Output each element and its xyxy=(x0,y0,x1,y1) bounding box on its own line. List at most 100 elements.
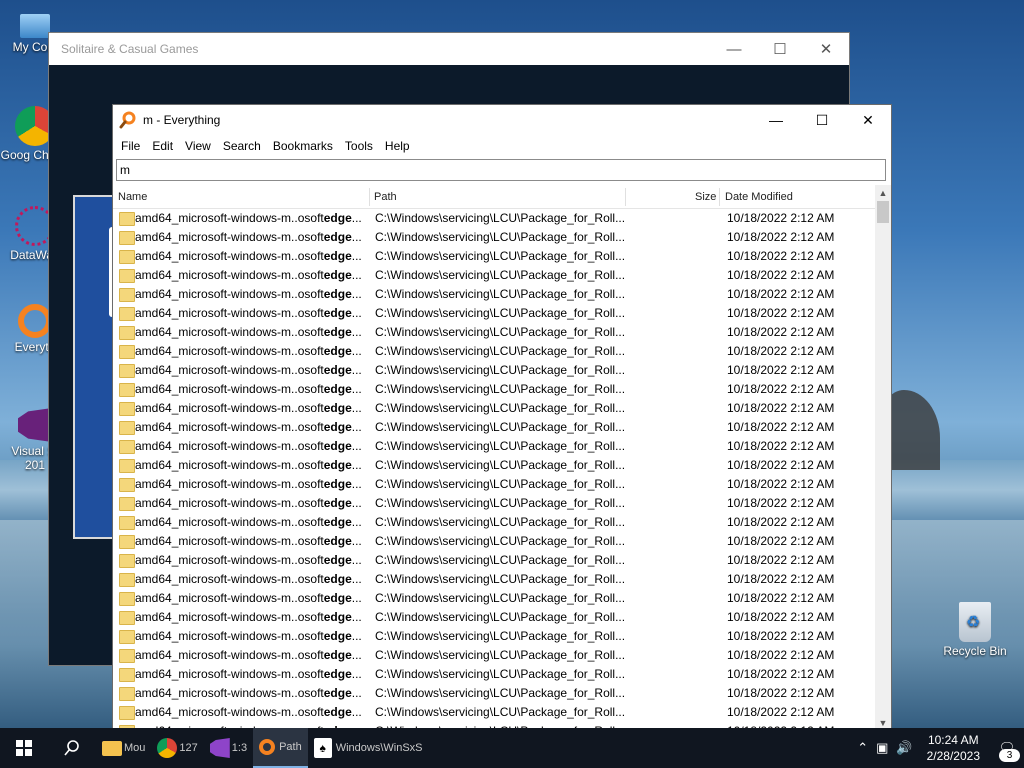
list-item[interactable]: amd64_microsoft-windows-m..osoftedge... C… xyxy=(113,532,875,551)
search-input[interactable] xyxy=(116,159,886,181)
result-name: amd64_microsoft-windows-m..osoftedge... xyxy=(135,458,362,472)
close-icon: ✕ xyxy=(819,41,833,58)
everything-close-button[interactable]: ✕ xyxy=(845,105,891,136)
chrome-icon xyxy=(157,738,178,758)
everything-minimize-button[interactable]: — xyxy=(753,105,799,136)
menu-tools[interactable]: Tools xyxy=(339,139,379,153)
list-item[interactable]: amd64_microsoft-windows-m..osoftedge... C… xyxy=(113,209,875,228)
everything-maximize-button[interactable]: ☐ xyxy=(799,105,845,136)
list-item[interactable]: amd64_microsoft-windows-m..osoftedge... C… xyxy=(113,513,875,532)
list-item[interactable]: amd64_microsoft-windows-m..osoftedge... C… xyxy=(113,627,875,646)
result-path: C:\Windows\servicing\LCU\Package_for_Rol… xyxy=(375,553,625,567)
result-path: C:\Windows\servicing\LCU\Package_for_Rol… xyxy=(375,629,625,643)
taskbar-chrome[interactable]: 127 xyxy=(151,728,203,768)
menu-edit[interactable]: Edit xyxy=(146,139,179,153)
result-name: amd64_microsoft-windows-m..osoftedge... xyxy=(135,287,362,301)
taskbar-solitaire[interactable]: ♠ Windows\WinSxS xyxy=(308,728,429,768)
folder-icon xyxy=(119,687,135,701)
vertical-scrollbar[interactable]: ▲ ▼ xyxy=(875,185,891,731)
folder-icon xyxy=(119,269,135,283)
folder-icon xyxy=(119,706,135,720)
list-item[interactable]: amd64_microsoft-windows-m..osoftedge... C… xyxy=(113,285,875,304)
list-item[interactable]: amd64_microsoft-windows-m..osoftedge... C… xyxy=(113,247,875,266)
result-name: amd64_microsoft-windows-m..osoftedge... xyxy=(135,629,362,643)
list-item[interactable]: amd64_microsoft-windows-m..osoftedge... C… xyxy=(113,684,875,703)
folder-icon xyxy=(119,554,135,568)
menu-bookmarks[interactable]: Bookmarks xyxy=(267,139,339,153)
column-divider[interactable] xyxy=(625,188,626,206)
column-divider[interactable] xyxy=(719,188,720,206)
start-button[interactable] xyxy=(0,728,48,768)
column-divider[interactable] xyxy=(369,188,370,206)
result-name: amd64_microsoft-windows-m..osoftedge... xyxy=(135,610,362,624)
result-path: C:\Windows\servicing\LCU\Package_for_Rol… xyxy=(375,382,625,396)
result-date-modified: 10/18/2022 2:12 AM xyxy=(727,458,835,472)
folder-icon xyxy=(119,326,135,340)
folder-icon xyxy=(119,250,135,264)
list-item[interactable]: amd64_microsoft-windows-m..osoftedge... C… xyxy=(113,323,875,342)
list-item[interactable]: amd64_microsoft-windows-m..osoftedge... C… xyxy=(113,418,875,437)
list-item[interactable]: amd64_microsoft-windows-m..osoftedge... C… xyxy=(113,646,875,665)
folder-icon xyxy=(119,516,135,530)
list-item[interactable]: amd64_microsoft-windows-m..osoftedge... C… xyxy=(113,266,875,285)
result-path: C:\Windows\servicing\LCU\Package_for_Rol… xyxy=(375,458,625,472)
list-item[interactable]: amd64_microsoft-windows-m..osoftedge... C… xyxy=(113,551,875,570)
result-path: C:\Windows\servicing\LCU\Package_for_Rol… xyxy=(375,648,625,662)
taskbar-search-button[interactable] xyxy=(48,728,96,768)
list-item[interactable]: amd64_microsoft-windows-m..osoftedge... C… xyxy=(113,399,875,418)
clock[interactable]: 10:24 AM 2/28/2023 xyxy=(917,732,990,764)
result-name: amd64_microsoft-windows-m..osoftedge... xyxy=(135,439,362,453)
list-item[interactable]: amd64_microsoft-windows-m..osoftedge... C… xyxy=(113,475,875,494)
list-item[interactable]: amd64_microsoft-windows-m..osoftedge... C… xyxy=(113,703,875,722)
recycle-bin-icon: ♻ xyxy=(959,602,991,642)
volume-icon[interactable]: 🔊 xyxy=(892,740,916,756)
list-item[interactable]: amd64_microsoft-windows-m..osoftedge... C… xyxy=(113,665,875,684)
solitaire-minimize-button[interactable]: — xyxy=(711,33,757,65)
taskbar-file-explorer[interactable]: Mou xyxy=(96,728,151,768)
menu-view[interactable]: View xyxy=(179,139,217,153)
result-name: amd64_microsoft-windows-m..osoftedge... xyxy=(135,534,362,548)
folder-icon xyxy=(119,668,135,682)
solitaire-close-button[interactable]: ✕ xyxy=(803,33,849,65)
taskbar-visual-studio[interactable]: 1:3 xyxy=(204,728,253,768)
result-date-modified: 10/18/2022 2:12 AM xyxy=(727,515,835,529)
menu-help[interactable]: Help xyxy=(379,139,416,153)
list-item[interactable]: amd64_microsoft-windows-m..osoftedge... C… xyxy=(113,342,875,361)
desktop-icon-recycle-bin[interactable]: ♻ Recycle Bin xyxy=(940,602,1010,658)
column-header-date-modified[interactable]: Date Modified xyxy=(725,186,793,208)
result-name: amd64_microsoft-windows-m..osoftedge... xyxy=(135,211,362,225)
notification-badge: 3 xyxy=(999,749,1020,762)
list-item[interactable]: amd64_microsoft-windows-m..osoftedge... C… xyxy=(113,380,875,399)
network-icon[interactable]: ▣ xyxy=(872,740,892,756)
result-date-modified: 10/18/2022 2:12 AM xyxy=(727,439,835,453)
menu-file[interactable]: File xyxy=(115,139,146,153)
scroll-up-arrow-icon[interactable]: ▲ xyxy=(875,185,891,201)
list-item[interactable]: amd64_microsoft-windows-m..osoftedge... C… xyxy=(113,570,875,589)
list-item[interactable]: amd64_microsoft-windows-m..osoftedge... C… xyxy=(113,228,875,247)
solitaire-maximize-button[interactable]: ☐ xyxy=(757,33,803,65)
everything-window[interactable]: m - Everything — ☐ ✕ File Edit View Sear… xyxy=(112,104,892,732)
list-item[interactable]: amd64_microsoft-windows-m..osoftedge... C… xyxy=(113,437,875,456)
column-header-path[interactable]: Path xyxy=(374,186,397,208)
scrollbar-thumb[interactable] xyxy=(877,201,889,223)
menu-search[interactable]: Search xyxy=(217,139,267,153)
everything-titlebar[interactable]: m - Everything — ☐ ✕ xyxy=(113,105,891,135)
column-header-size[interactable]: Size xyxy=(695,186,716,208)
list-item[interactable]: amd64_microsoft-windows-m..osoftedge... C… xyxy=(113,304,875,323)
list-item[interactable]: amd64_microsoft-windows-m..osoftedge... C… xyxy=(113,589,875,608)
chevron-up-icon[interactable]: ⌃ xyxy=(853,740,872,756)
search-bar xyxy=(113,157,891,183)
notification-button[interactable]: 🗨 3 xyxy=(990,728,1024,768)
everything-title: m - Everything xyxy=(143,113,221,127)
solitaire-titlebar[interactable]: Solitaire & Casual Games — ☐ ✕ xyxy=(49,33,849,65)
list-item[interactable]: amd64_microsoft-windows-m..osoftedge... C… xyxy=(113,361,875,380)
result-date-modified: 10/18/2022 2:12 AM xyxy=(727,287,835,301)
list-item[interactable]: amd64_microsoft-windows-m..osoftedge... C… xyxy=(113,608,875,627)
column-header-name[interactable]: Name xyxy=(118,186,147,208)
result-path: C:\Windows\servicing\LCU\Package_for_Rol… xyxy=(375,439,625,453)
list-item[interactable]: amd64_microsoft-windows-m..osoftedge... C… xyxy=(113,456,875,475)
list-item[interactable]: amd64_microsoft-windows-m..osoftedge... C… xyxy=(113,494,875,513)
taskbar-everything[interactable]: Path xyxy=(253,728,308,768)
result-path: C:\Windows\servicing\LCU\Package_for_Rol… xyxy=(375,211,625,225)
result-path: C:\Windows\servicing\LCU\Package_for_Rol… xyxy=(375,610,625,624)
